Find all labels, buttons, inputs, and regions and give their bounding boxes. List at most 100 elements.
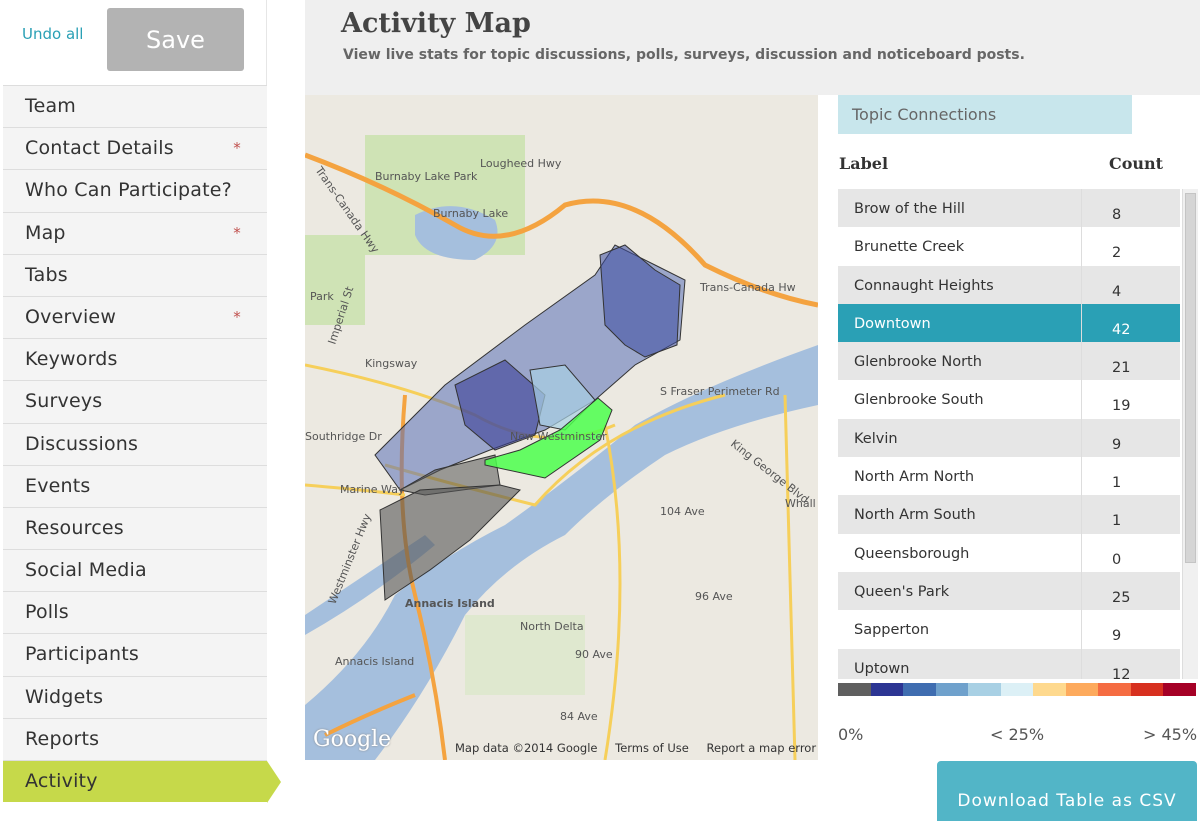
map-label: S Fraser Perimeter Rd xyxy=(660,385,780,398)
table-row[interactable]: Brunette Creek 2 xyxy=(838,227,1180,266)
sidebar-item-label: Who Can Participate? xyxy=(25,179,232,202)
legend-min-label: 0% xyxy=(838,725,864,744)
map-label: King George Blvd xyxy=(728,437,811,506)
sidebar-item-events[interactable]: Events xyxy=(3,464,267,507)
sidebar-item-label: Tabs xyxy=(25,263,68,286)
legend-swatch xyxy=(1130,683,1164,696)
sidebar-item-activity[interactable]: Activity xyxy=(3,760,281,804)
legend-swatch xyxy=(1098,683,1131,696)
row-count: 9 xyxy=(1112,436,1122,453)
sidebar-item-resources[interactable]: Resources xyxy=(3,506,267,550)
page-subtitle: View live stats for topic discussions, p… xyxy=(343,47,1025,63)
sidebar-item-who-can-participate[interactable]: Who Can Participate? xyxy=(3,169,267,212)
sidebar-item-discussions[interactable]: Discussions xyxy=(3,422,267,465)
legend-max-label: > 45% xyxy=(1143,725,1198,744)
row-count: 2 xyxy=(1112,245,1122,262)
table-row[interactable]: Brow of the Hill 8 xyxy=(838,189,1180,228)
sidebar-item-label: Polls xyxy=(25,601,69,624)
legend-swatch xyxy=(968,683,1001,696)
legend-swatch xyxy=(1000,683,1034,696)
row-count: 25 xyxy=(1112,589,1131,606)
sidebar-item-polls[interactable]: Polls xyxy=(3,591,267,634)
table-row[interactable]: Uptown 12 xyxy=(838,648,1180,679)
sidebar-item-label: Discussions xyxy=(25,432,139,455)
sidebar-item-social-media[interactable]: Social Media xyxy=(3,549,267,592)
google-logo: Google xyxy=(313,727,392,752)
row-label: Downtown xyxy=(838,303,1082,343)
save-button[interactable]: Save xyxy=(107,8,244,71)
legend-swatch xyxy=(1065,683,1099,696)
row-count: 9 xyxy=(1112,628,1122,645)
row-label: Brow of the Hill xyxy=(838,189,1082,228)
king-george-road xyxy=(783,394,797,760)
page-title: Activity Map xyxy=(341,8,531,39)
sidebar-item-team[interactable]: Team xyxy=(3,85,267,128)
sidebar-item-contact-details[interactable]: Contact Details * xyxy=(3,127,267,170)
map-canvas[interactable]: Burnaby Lake Park Burnaby Lake Lougheed … xyxy=(305,95,818,760)
map-label: Annacis Island xyxy=(405,597,495,610)
row-count: 21 xyxy=(1112,360,1131,377)
map-label: 84 Ave xyxy=(560,710,598,723)
map-data-text: Map data ©2014 Google xyxy=(455,741,598,755)
row-label: Kelvin xyxy=(838,418,1082,458)
row-count: 42 xyxy=(1112,321,1131,338)
row-label: Queen's Park xyxy=(838,571,1082,611)
activity-map[interactable]: Burnaby Lake Park Burnaby Lake Lougheed … xyxy=(305,95,818,760)
column-count[interactable]: Count xyxy=(1109,154,1163,173)
topic-connections-panel: Topic Connections Label Count Brow of th… xyxy=(838,95,1200,821)
terms-of-use-link[interactable]: Terms of Use xyxy=(615,741,689,755)
row-label: Glenbrooke South xyxy=(838,380,1082,419)
row-label: North Arm North xyxy=(838,457,1082,496)
topic-table: Brow of the Hill 8 Brunette Creek 2 Connaugh… xyxy=(838,189,1180,679)
sidebar-item-tabs[interactable]: Tabs xyxy=(3,253,267,296)
table-row[interactable]: North Arm South 1 xyxy=(838,495,1180,534)
sidebar-item-label: Overview xyxy=(25,305,117,328)
table-row[interactable]: Queen's Park 25 xyxy=(838,571,1180,611)
report-map-error-link[interactable]: Report a map error xyxy=(707,741,817,755)
map-label: Burnaby Lake Park xyxy=(375,170,478,183)
map-label: 90 Ave xyxy=(575,648,613,661)
sidebar-item-label: Surveys xyxy=(25,390,103,413)
required-marker: * xyxy=(233,223,241,242)
sidebar-item-label: Widgets xyxy=(25,685,104,708)
map-attribution: Map data ©2014 Google Terms of Use Repor… xyxy=(455,741,818,755)
table-row[interactable]: Connaught Heights 4 xyxy=(838,265,1180,304)
legend-swatch xyxy=(903,683,936,696)
sidebar-item-surveys[interactable]: Surveys xyxy=(3,380,267,423)
tab-topic-connections[interactable]: Topic Connections xyxy=(838,95,1132,134)
sidebar-item-label: Map xyxy=(25,221,66,244)
table-row[interactable]: Glenbrooke North 21 xyxy=(838,342,1180,381)
table-row[interactable]: Glenbrooke South 19 xyxy=(838,380,1180,419)
required-marker: * xyxy=(233,139,241,158)
legend-mid-label: < 25% xyxy=(990,725,1045,744)
map-label: Annacis Island xyxy=(335,655,414,668)
download-csv-button[interactable]: Download Table as CSV xyxy=(937,761,1197,821)
sidebar-item-map[interactable]: Map * xyxy=(3,211,267,254)
sidebar-item-overview[interactable]: Overview * xyxy=(3,295,267,339)
sidebar-item-label: Resources xyxy=(25,516,124,539)
column-label[interactable]: Label xyxy=(839,154,888,173)
table-row[interactable]: Downtown 42 xyxy=(838,303,1180,343)
map-label: 104 Ave xyxy=(660,505,705,518)
row-label: Queensborough xyxy=(838,533,1082,572)
sidebar-item-label: Activity xyxy=(25,770,98,792)
scrollbar-thumb[interactable] xyxy=(1185,193,1196,563)
page-header: Activity Map View live stats for topic d… xyxy=(305,0,1200,95)
table-row[interactable]: North Arm North 1 xyxy=(838,457,1180,496)
table-row[interactable]: Kelvin 9 xyxy=(838,418,1180,458)
sidebar-item-participants[interactable]: Participants xyxy=(3,633,267,676)
color-legend xyxy=(838,683,1197,696)
row-count: 1 xyxy=(1112,475,1122,492)
undo-all-link[interactable]: Undo all xyxy=(22,25,83,43)
sidebar-item-label: Keywords xyxy=(25,348,118,371)
sidebar-item-widgets[interactable]: Widgets xyxy=(3,675,267,718)
sidebar-item-reports[interactable]: Reports xyxy=(3,717,267,760)
sidebar-item-label: Events xyxy=(25,474,91,497)
legend-swatch xyxy=(935,683,969,696)
table-row[interactable]: Sapperton 9 xyxy=(838,610,1180,649)
sidebar-item-keywords[interactable]: Keywords xyxy=(3,338,267,381)
map-label: Marine Way xyxy=(340,483,405,496)
row-count: 19 xyxy=(1112,398,1131,415)
table-row[interactable]: Queensborough 0 xyxy=(838,533,1180,572)
table-scrollbar[interactable] xyxy=(1182,189,1198,679)
